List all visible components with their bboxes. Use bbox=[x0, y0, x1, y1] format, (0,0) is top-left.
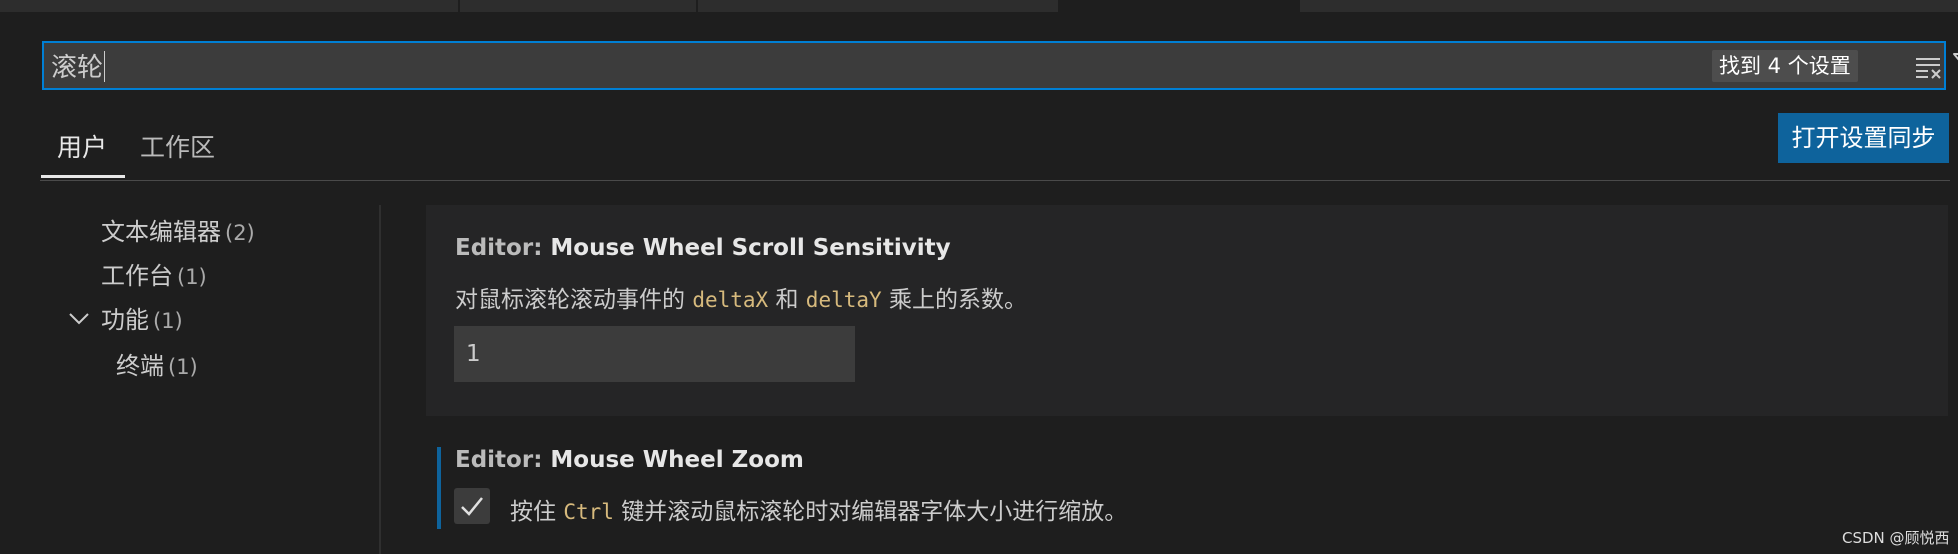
desc-text: 按住 bbox=[510, 499, 556, 525]
active-tab-indicator bbox=[41, 175, 125, 178]
editor-tab-strip bbox=[0, 0, 1958, 12]
desc-text: 键并滚动鼠标滚轮时对编辑器字体大小进行缩放。 bbox=[621, 499, 1128, 525]
toc-item-count: (2) bbox=[225, 221, 255, 245]
setting-name: Mouse Wheel Scroll Sensitivity bbox=[550, 235, 951, 261]
toc-item-count: (1) bbox=[153, 309, 183, 333]
setting-name: Mouse Wheel Zoom bbox=[550, 447, 804, 473]
text-caret bbox=[104, 51, 105, 82]
setting-description: 对鼠标滚轮滚动事件的 deltaX 和 deltaY 乘上的系数。 bbox=[455, 280, 1027, 314]
settings-search-box[interactable]: 找到 4 个设置 bbox=[42, 41, 1958, 90]
setting-category: Editor: bbox=[455, 447, 543, 473]
toc-item-label: 终端 bbox=[116, 352, 164, 380]
setting-title: Editor: Mouse Wheel Zoom bbox=[455, 447, 804, 473]
setting-title: Editor: Mouse Wheel Scroll Sensitivity bbox=[455, 235, 951, 261]
chevron-down-icon[interactable] bbox=[68, 311, 90, 327]
setting-category: Editor: bbox=[455, 235, 543, 261]
editor-tab[interactable] bbox=[460, 0, 696, 12]
settings-scope-tabs: 用户 工作区 bbox=[40, 112, 1950, 181]
focused-setting-indicator bbox=[437, 447, 441, 529]
toc-item-label: 工作台 bbox=[101, 262, 173, 290]
watermark: CSDN @顾悦西 bbox=[1842, 529, 1950, 547]
toc-item-count: (1) bbox=[177, 265, 207, 289]
toc-item-text-editor[interactable]: 文本编辑器 (2) bbox=[101, 212, 255, 247]
desc-text: 对鼠标滚轮滚动事件的 bbox=[455, 287, 685, 313]
clear-filter-icon[interactable] bbox=[1914, 54, 1944, 80]
toc-item-label: 功能 bbox=[101, 306, 149, 334]
toc-divider[interactable] bbox=[379, 205, 381, 554]
editor-tab[interactable] bbox=[0, 0, 458, 12]
toc-item-count: (1) bbox=[168, 355, 198, 379]
scroll-sensitivity-input[interactable] bbox=[454, 326, 855, 382]
code-token: deltaY bbox=[805, 288, 882, 312]
desc-text: 和 bbox=[775, 287, 799, 313]
toc-item-terminal[interactable]: 终端 (1) bbox=[116, 346, 198, 381]
toc-item-features[interactable]: 功能 (1) bbox=[101, 300, 183, 335]
code-token: Ctrl bbox=[563, 500, 614, 524]
toc-item-workbench[interactable]: 工作台 (1) bbox=[101, 256, 207, 291]
open-settings-sync-button[interactable]: 打开设置同步 bbox=[1778, 113, 1949, 163]
setting-description: 按住 Ctrl 键并滚动鼠标滚轮时对编辑器字体大小进行缩放。 bbox=[510, 492, 1127, 526]
checkmark-icon bbox=[461, 497, 483, 516]
filter-icon[interactable] bbox=[1952, 51, 1958, 81]
code-token: deltaX bbox=[692, 288, 769, 312]
editor-tab[interactable] bbox=[698, 0, 1058, 12]
desc-text: 乘上的系数。 bbox=[888, 287, 1027, 313]
mouse-wheel-zoom-checkbox[interactable] bbox=[454, 488, 490, 524]
tab-workspace[interactable]: 工作区 bbox=[140, 128, 215, 164]
toc-item-label: 文本编辑器 bbox=[101, 218, 221, 246]
search-result-count: 找到 4 个设置 bbox=[1712, 50, 1858, 82]
tab-user[interactable]: 用户 bbox=[57, 128, 107, 164]
settings-search-input[interactable] bbox=[51, 43, 1651, 88]
editor-tab[interactable] bbox=[1300, 0, 1958, 12]
